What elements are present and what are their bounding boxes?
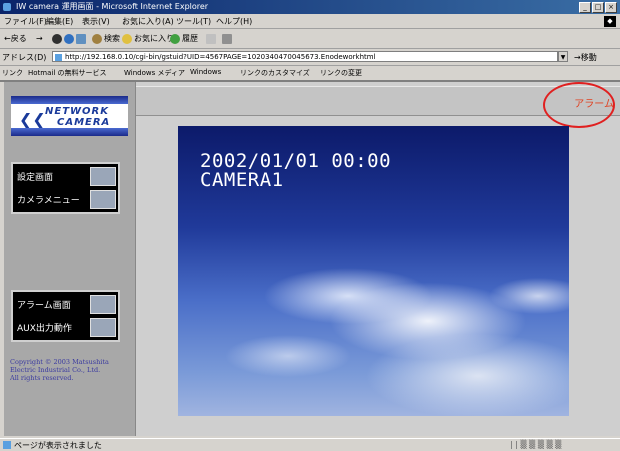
menu-item-camera-menu-label: カメラメニュー: [17, 196, 80, 206]
window-title: IW camera 運用画面 - Microsoft Internet Expl…: [16, 2, 209, 11]
logo-swoosh-icon: ❮❮: [19, 110, 46, 129]
mail-icon[interactable]: [206, 33, 216, 45]
aux-output-button[interactable]: [90, 318, 116, 337]
search-button[interactable]: 検索: [92, 33, 120, 45]
menu-tools[interactable]: ツール(T): [176, 16, 211, 27]
status-bar: ページが表示されました | | ▒ ▒ ▒ ▒ ▒: [0, 438, 620, 451]
menu-item-camera-menu[interactable]: カメラメニュー: [17, 190, 118, 209]
status-text: ページが表示されました: [14, 441, 102, 450]
window-titlebar: IW camera 運用画面 - Microsoft Internet Expl…: [0, 0, 620, 14]
status-page-icon: [3, 441, 11, 449]
forward-button[interactable]: →: [36, 33, 43, 45]
windows-logo-icon: ◆: [604, 16, 616, 27]
favorites-button[interactable]: お気に入り: [122, 33, 174, 45]
window-controls: _ □ ×: [579, 2, 617, 13]
status-zone-icons: | | ▒ ▒ ▒ ▒ ▒: [510, 440, 562, 449]
left-panel: ❮❮ NETWORK CAMERA 設定画面 カメラメニュー アラーム画面 AU…: [4, 82, 136, 436]
menu-edit[interactable]: 編集(E): [46, 16, 73, 27]
link-hotmail[interactable]: Hotmail の無料サービス: [28, 68, 107, 78]
link-customize[interactable]: リンクのカスタマイズ: [240, 68, 310, 78]
network-camera-logo: ❮❮ NETWORK CAMERA: [11, 96, 128, 136]
menu-item-aux-output[interactable]: AUX出力動作: [17, 318, 118, 337]
menu-item-alarm-screen-label: アラーム画面: [17, 301, 71, 311]
camera-menu-button[interactable]: [90, 190, 116, 209]
maximize-button[interactable]: □: [592, 2, 604, 13]
menu-view[interactable]: 表示(V): [82, 16, 110, 27]
copyright-line3: All rights reserved.: [10, 374, 74, 382]
link-windows[interactable]: Windows: [190, 68, 221, 76]
toolbar: ←戻る → 検索 お気に入り 履歴: [0, 29, 620, 49]
menu-bar: ファイル(F) 編集(E) 表示(V) お気に入り(A) ツール(T) ヘルプ(…: [0, 14, 620, 29]
link-windows-media[interactable]: Windows メディア: [124, 68, 185, 78]
home-icon[interactable]: [76, 33, 86, 45]
stop-icon[interactable]: [52, 33, 62, 45]
copyright-line1: Copyright © 2003 Matsushita: [10, 358, 109, 366]
logo-line1: NETWORK: [45, 106, 110, 117]
alarm-highlight-circle: [543, 82, 615, 128]
alarm-screen-button[interactable]: [90, 295, 116, 314]
camera-view: 2002/01/01 00:00 CAMERA1: [178, 126, 569, 416]
print-icon[interactable]: [222, 33, 232, 45]
logo-band-bottom: [11, 128, 128, 136]
menu-item-settings[interactable]: 設定画面: [17, 167, 118, 186]
go-button[interactable]: →移動: [574, 52, 597, 63]
link-change[interactable]: リンクの変更: [320, 68, 362, 78]
menu-item-aux-output-label: AUX出力動作: [17, 324, 72, 334]
minimize-button[interactable]: _: [579, 2, 591, 13]
address-input[interactable]: http://192.168.0.10/cgi-bin/gstuid?UID=4…: [52, 51, 558, 62]
history-button[interactable]: 履歴: [170, 33, 198, 45]
copyright-text: Copyright © 2003 Matsushita Electric Ind…: [10, 358, 130, 382]
logo-band-top: [11, 96, 128, 104]
address-label: アドレス(D): [2, 53, 47, 62]
menu-box-settings: 設定画面 カメラメニュー: [11, 162, 120, 214]
refresh-icon[interactable]: [64, 33, 74, 45]
back-button[interactable]: ←戻る: [4, 33, 27, 45]
page-icon: [55, 54, 62, 61]
menu-help[interactable]: ヘルプ(H): [216, 16, 252, 27]
menu-favorites[interactable]: お気に入り(A): [122, 16, 174, 27]
links-bar: リンク Hotmail の無料サービス Windows メディア Windows…: [0, 66, 620, 82]
copyright-line2: Electric Industrial Co., Ltd.: [10, 366, 101, 374]
camera-name: CAMERA1: [200, 169, 284, 191]
address-bar: アドレス(D) http://192.168.0.10/cgi-bin/gstu…: [0, 49, 620, 66]
address-url: http://192.168.0.10/cgi-bin/gstuid?UID=4…: [65, 53, 376, 61]
ie-icon: [3, 3, 11, 11]
close-button[interactable]: ×: [605, 2, 617, 13]
settings-button[interactable]: [90, 167, 116, 186]
menu-item-settings-label: 設定画面: [17, 173, 54, 183]
menu-box-alarm: アラーム画面 AUX出力動作: [11, 290, 120, 342]
menu-file[interactable]: ファイル(F): [4, 16, 47, 27]
logo-line2: CAMERA: [57, 117, 111, 128]
address-dropdown-icon[interactable]: ▼: [558, 51, 568, 62]
menu-item-alarm-screen[interactable]: アラーム画面: [17, 295, 118, 314]
links-label: リンク: [2, 69, 23, 77]
